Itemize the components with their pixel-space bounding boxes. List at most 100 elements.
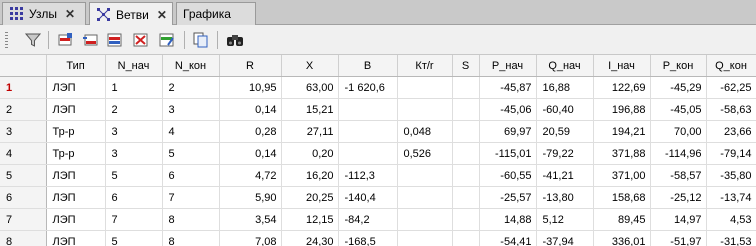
column-header[interactable]: B — [338, 55, 398, 77]
row-number[interactable]: 3 — [0, 120, 47, 143]
table-cell[interactable]: 5 — [162, 142, 220, 165]
table-cell[interactable]: 336,01 — [593, 230, 651, 246]
table-cell[interactable]: 7 — [162, 186, 220, 209]
table-cell[interactable]: ЛЭП — [46, 208, 106, 231]
table-row[interactable]: 8 ЛЭП 5 8 7,08 24,30 -168,5 -54,41 -37,94 336,01-… — [0, 230, 756, 246]
table-cell[interactable] — [397, 76, 453, 99]
table-cell[interactable] — [338, 98, 398, 121]
table-cell[interactable]: -45,06 — [479, 98, 537, 121]
duplicate-row-icon[interactable] — [106, 31, 124, 49]
table-cell[interactable]: 24,30 — [281, 230, 339, 246]
table-cell[interactable] — [397, 164, 453, 187]
table-cell[interactable] — [397, 230, 453, 246]
table-cell[interactable]: 0,048 — [397, 120, 453, 143]
table-row[interactable]: 4 Тр-р 3 5 0,14 0,20 0,526 -115,01 -79,22 371,88-… — [0, 142, 756, 165]
column-header[interactable]: P_кон — [650, 55, 707, 77]
table-cell[interactable] — [452, 208, 480, 231]
table-cell[interactable]: ЛЭП — [46, 98, 106, 121]
column-header[interactable]: Q_кон — [706, 55, 756, 77]
find-icon[interactable] — [226, 31, 244, 49]
table-cell[interactable]: 16,20 — [281, 164, 339, 187]
table-cell[interactable]: 3 — [105, 120, 163, 143]
table-row[interactable]: 3 Тр-р 3 4 0,28 27,11 0,048 69,97 20,59 194,21 70,… — [0, 120, 756, 143]
table-row[interactable]: 2 ЛЭП 2 3 0,14 15,21 -45,06 -60,40 196,88 -45,05-… — [0, 98, 756, 121]
table-cell[interactable]: 1 — [105, 76, 163, 99]
table-cell[interactable]: -45,05 — [650, 98, 707, 121]
table-cell[interactable] — [452, 76, 480, 99]
table-cell[interactable]: 69,97 — [479, 120, 537, 143]
row-number[interactable]: 4 — [0, 142, 47, 165]
table-cell[interactable]: 0,14 — [219, 142, 282, 165]
table-cell[interactable]: -79,14 — [706, 142, 756, 165]
table-cell[interactable]: -31,53 — [706, 230, 756, 246]
table-cell[interactable]: 20,59 — [536, 120, 594, 143]
table-cell[interactable]: -114,96 — [650, 142, 707, 165]
table-cell[interactable]: -58,63 — [706, 98, 756, 121]
table-cell[interactable]: 3 — [162, 98, 220, 121]
table-cell[interactable]: -51,97 — [650, 230, 707, 246]
table-cell[interactable] — [338, 142, 398, 165]
table-cell[interactable]: -60,40 — [536, 98, 594, 121]
insert-row-icon[interactable] — [57, 31, 75, 49]
table-cell[interactable]: 371,88 — [593, 142, 651, 165]
table-cell[interactable]: -13,74 — [706, 186, 756, 209]
table-cell[interactable]: 14,97 — [650, 208, 707, 231]
table-cell[interactable]: -115,01 — [479, 142, 537, 165]
table-cell[interactable]: -60,55 — [479, 164, 537, 187]
table-row[interactable]: 5 ЛЭП 5 6 4,72 16,20 -112,3 -60,55 -41,21 371,00-… — [0, 164, 756, 187]
table-cell[interactable]: 5,90 — [219, 186, 282, 209]
row-number[interactable]: 1 — [0, 76, 47, 99]
table-cell[interactable]: -112,3 — [338, 164, 398, 187]
table-cell[interactable]: 6 — [105, 186, 163, 209]
table-cell[interactable]: -58,57 — [650, 164, 707, 187]
table-cell[interactable]: -25,12 — [650, 186, 707, 209]
table-cell[interactable]: 2 — [105, 98, 163, 121]
row-number[interactable]: 7 — [0, 208, 47, 231]
row-number[interactable]: 5 — [0, 164, 47, 187]
table-cell[interactable]: -84,2 — [338, 208, 398, 231]
table-cell[interactable]: 2 — [162, 76, 220, 99]
close-icon[interactable]: ✕ — [157, 8, 167, 22]
table-cell[interactable] — [452, 186, 480, 209]
table-row[interactable]: 1 ЛЭП 1 2 10,95 63,00 -1 620,6 -45,87 16,88 122,6… — [0, 76, 756, 99]
table-cell[interactable]: 6 — [162, 164, 220, 187]
table-cell[interactable]: 371,00 — [593, 164, 651, 187]
table-cell[interactable]: 0,28 — [219, 120, 282, 143]
table-cell[interactable]: 70,00 — [650, 120, 707, 143]
column-header[interactable]: Кт/r — [397, 55, 453, 77]
table-cell[interactable]: 158,68 — [593, 186, 651, 209]
table-cell[interactable]: 4,72 — [219, 164, 282, 187]
table-cell[interactable] — [452, 164, 480, 187]
table-cell[interactable] — [338, 120, 398, 143]
table-cell[interactable]: -45,29 — [650, 76, 707, 99]
column-header[interactable]: N_нач — [105, 55, 163, 77]
table-cell[interactable] — [397, 208, 453, 231]
table-cell[interactable]: ЛЭП — [46, 186, 106, 209]
table-cell[interactable] — [452, 142, 480, 165]
toolbar-grip[interactable] — [5, 32, 8, 48]
column-header[interactable]: R — [219, 55, 282, 77]
table-cell[interactable]: -79,22 — [536, 142, 594, 165]
table-cell[interactable]: 15,21 — [281, 98, 339, 121]
table-cell[interactable]: 3,54 — [219, 208, 282, 231]
table-cell[interactable]: Тр-р — [46, 142, 106, 165]
add-row-icon[interactable] — [81, 31, 99, 49]
table-cell[interactable]: 8 — [162, 230, 220, 246]
table-cell[interactable]: 4 — [162, 120, 220, 143]
table-cell[interactable]: -45,87 — [479, 76, 537, 99]
table-cell[interactable]: 0,14 — [219, 98, 282, 121]
table-cell[interactable]: -140,4 — [338, 186, 398, 209]
column-header[interactable]: S — [452, 55, 480, 77]
table-cell[interactable]: -13,80 — [536, 186, 594, 209]
row-number[interactable]: 8 — [0, 230, 47, 246]
table-cell[interactable]: -37,94 — [536, 230, 594, 246]
table-cell[interactable]: 10,95 — [219, 76, 282, 99]
table-cell[interactable]: 0,526 — [397, 142, 453, 165]
column-header[interactable]: N_кон — [162, 55, 220, 77]
table-cell[interactable]: -25,57 — [479, 186, 537, 209]
table-cell[interactable]: -35,80 — [706, 164, 756, 187]
table-cell[interactable]: 63,00 — [281, 76, 339, 99]
table-cell[interactable]: 194,21 — [593, 120, 651, 143]
table-cell[interactable]: 27,11 — [281, 120, 339, 143]
table-cell[interactable]: 20,25 — [281, 186, 339, 209]
